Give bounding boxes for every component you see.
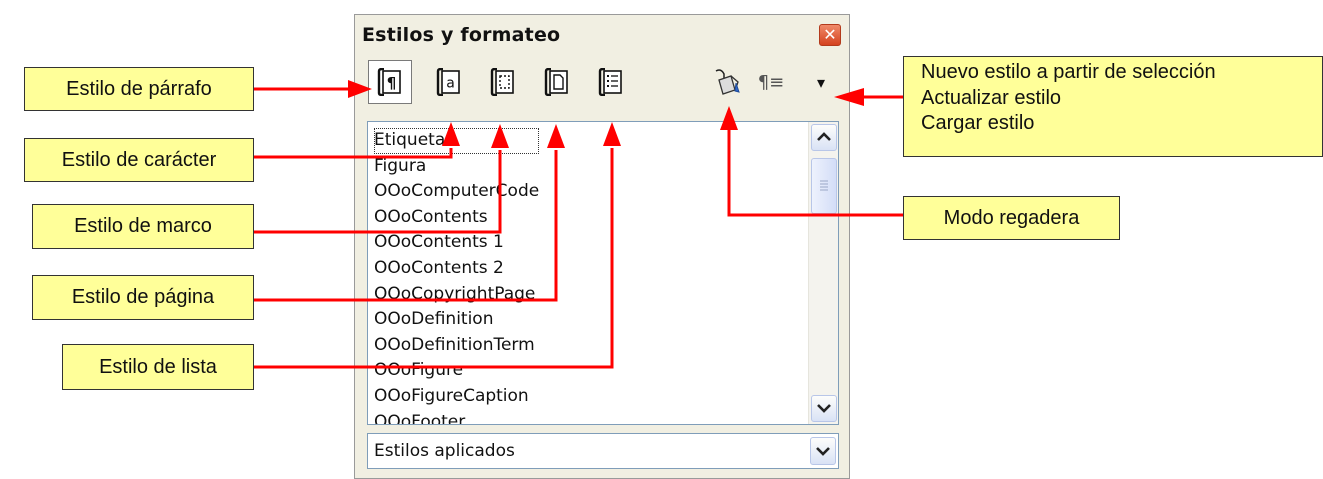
chevron-down-icon [817, 404, 831, 413]
grip-icon [820, 180, 828, 191]
callout-page-style: Estilo de página [32, 275, 254, 320]
callout-style-actions-menu: Nuevo estilo a partir de selección Actua… [903, 56, 1323, 157]
style-list-item[interactable]: Etiqueta [374, 128, 540, 154]
callout-frame-style: Estilo de marco [32, 204, 254, 249]
callout-menu-line-load-styles: Cargar estilo [921, 112, 1035, 134]
svg-text:¶: ¶ [387, 74, 397, 92]
vertical-scrollbar[interactable] [808, 122, 838, 424]
scroll-thumb[interactable] [811, 158, 837, 214]
fill-format-mode-button[interactable] [712, 65, 742, 99]
callout-menu-line-new-style: Nuevo estilo a partir de selección [921, 61, 1216, 83]
style-list-item[interactable]: OOoFigure [374, 358, 539, 384]
svg-text:a: a [446, 76, 455, 92]
window-title: Estilos y formateo [362, 24, 561, 46]
frame-style-icon [490, 68, 514, 96]
callout-paragraph-style: Estilo de párrafo [24, 67, 254, 111]
style-filter-dropdown-button[interactable] [810, 437, 836, 465]
callout-fill-format-mode-text: Modo regadera [943, 206, 1080, 229]
styles-list[interactable]: Etiqueta Figura OOoComputerCode OOoContents… [367, 121, 839, 425]
title-bar: Estilos y formateo ✕ [355, 15, 849, 51]
callout-list-style: Estilo de lista [62, 344, 254, 390]
style-list-item[interactable]: OOoFooter [374, 410, 539, 424]
new-style-from-selection-icon: ¶≡ [757, 71, 785, 93]
callout-frame-style-text: Estilo de marco [74, 215, 212, 237]
callout-character-style-text: Estilo de carácter [61, 148, 217, 171]
paragraph-style-icon: ¶ [377, 68, 401, 96]
styles-list-items: Etiqueta Figura OOoComputerCode OOoContents… [374, 128, 540, 424]
style-list-item[interactable]: OOoComputerCode [374, 179, 539, 205]
page-style-icon [544, 68, 568, 96]
dropdown-arrow-icon: ▾ [816, 72, 826, 92]
style-list-item[interactable]: OOoContents 2 [374, 256, 539, 282]
styles-and-formatting-window: Estilos y formateo ✕ ¶ a ¶≡ ▾ Etiqueta F… [354, 14, 850, 479]
character-style-icon: a [436, 68, 460, 96]
style-list-item[interactable]: OOoFigureCaption [374, 384, 539, 410]
style-list-item[interactable]: OOoContents [374, 205, 539, 231]
chevron-down-icon [816, 447, 830, 456]
page-styles-button[interactable] [542, 65, 572, 99]
chevron-up-icon [817, 132, 831, 141]
close-button[interactable]: ✕ [819, 24, 841, 46]
frame-styles-button[interactable] [488, 65, 518, 99]
style-list-item[interactable]: OOoContents 1 [374, 230, 539, 256]
paragraph-styles-button[interactable]: ¶ [368, 60, 412, 104]
fill-format-mode-icon [715, 69, 740, 95]
callout-character-style: Estilo de carácter [24, 138, 254, 182]
style-list-item[interactable]: Figura [374, 154, 539, 180]
callout-list-style-text: Estilo de lista [99, 355, 217, 378]
callout-fill-format-mode: Modo regadera [903, 196, 1120, 240]
callout-paragraph-style-text: Estilo de párrafo [66, 77, 212, 100]
style-filter-select[interactable]: Estilos aplicados [367, 433, 839, 469]
list-styles-button[interactable] [596, 65, 626, 99]
scroll-up-button[interactable] [811, 124, 837, 151]
callout-page-style-text: Estilo de página [71, 286, 215, 308]
style-list-item[interactable]: OOoCopyrightPage [374, 282, 539, 308]
scroll-down-button[interactable] [811, 395, 837, 422]
new-style-from-selection-button[interactable]: ¶≡ [753, 65, 789, 99]
list-style-icon [598, 68, 622, 96]
callout-menu-line-update-style: Actualizar estilo [921, 86, 1062, 109]
close-icon: ✕ [823, 25, 837, 44]
style-list-item[interactable]: OOoDefinitionTerm [374, 333, 539, 359]
style-filter-value: Estilos aplicados [374, 441, 515, 461]
style-toolbar: ¶ a ¶≡ ▾ [355, 55, 849, 107]
character-styles-button[interactable]: a [434, 65, 464, 99]
style-list-item[interactable]: OOoDefinition [374, 307, 539, 333]
style-actions-dropdown-button[interactable]: ▾ [811, 65, 831, 99]
